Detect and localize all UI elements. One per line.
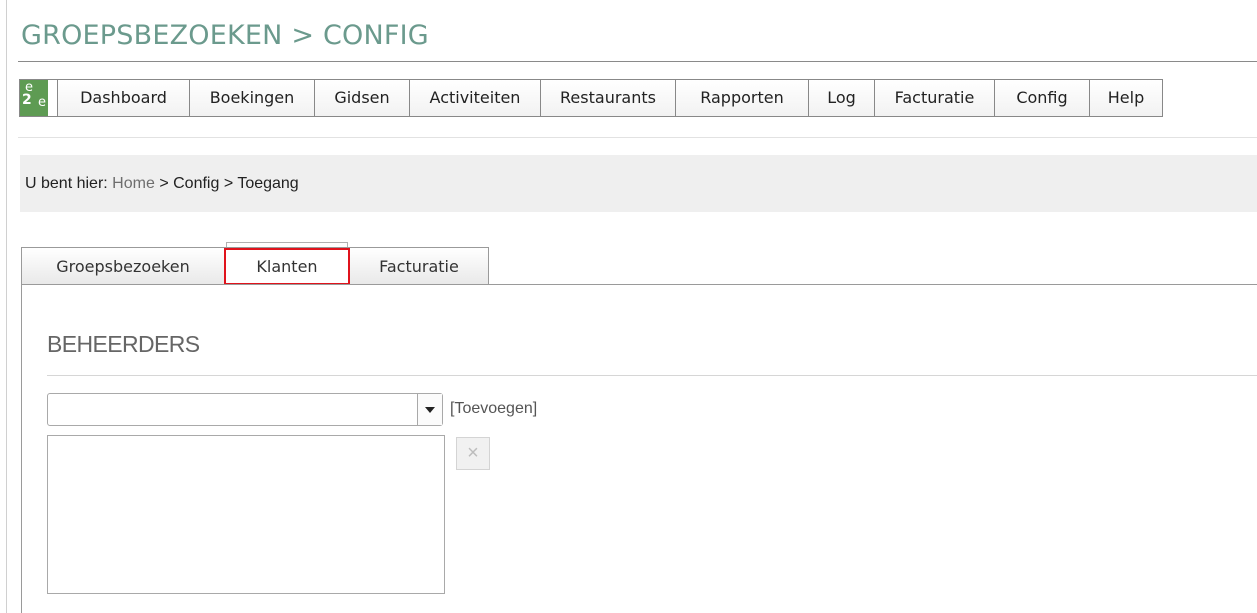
nav-item-restaurants[interactable]: Restaurants: [541, 80, 676, 116]
nav-item-dashboard[interactable]: Dashboard: [58, 80, 190, 116]
beheerder-select[interactable]: [47, 393, 443, 426]
page-title: GROEPSBEZOEKEN > CONFIG: [21, 20, 429, 51]
beheerders-list[interactable]: [47, 435, 445, 594]
add-link[interactable]: [Toevoegen]: [450, 400, 537, 418]
breadcrumb-current: Toegang: [237, 175, 299, 192]
section-title: BEHEERDERS: [47, 331, 200, 357]
app-logo[interactable]: e 2 e: [20, 80, 58, 116]
breadcrumb-home-link[interactable]: Home: [112, 175, 155, 192]
breadcrumb-separator: >: [223, 175, 234, 192]
nav-item-config[interactable]: Config: [995, 80, 1090, 116]
nav-item-log[interactable]: Log: [809, 80, 875, 116]
tab-groepsbezoeken[interactable]: Groepsbezoeken: [21, 247, 225, 284]
logo-letter-2: 2: [22, 92, 32, 108]
nav-item-boekingen[interactable]: Boekingen: [190, 80, 315, 116]
nav-item-facturatie[interactable]: Facturatie: [875, 80, 995, 116]
nav-divider: [18, 137, 1257, 138]
nav-item-help[interactable]: Help: [1090, 80, 1162, 116]
tab-klanten[interactable]: Klanten: [224, 247, 350, 285]
tab-bar: Groepsbezoeken Klanten Facturatie: [21, 247, 489, 285]
nav-item-activiteiten[interactable]: Activiteiten: [410, 80, 541, 116]
nav-item-rapporten[interactable]: Rapporten: [676, 80, 809, 116]
breadcrumb-config[interactable]: Config: [173, 175, 219, 192]
nav-item-gidsen[interactable]: Gidsen: [315, 80, 410, 116]
breadcrumb-prefix: U bent hier:: [25, 175, 108, 192]
tab-facturatie[interactable]: Facturatie: [349, 247, 489, 284]
dropdown-arrow-icon[interactable]: [417, 394, 442, 425]
main-nav: e 2 e Dashboard Boekingen Gidsen Activit…: [19, 79, 1163, 117]
remove-button[interactable]: ×: [456, 437, 490, 470]
logo-letter-3: e: [38, 95, 46, 110]
close-icon: ×: [467, 442, 479, 464]
left-border: [6, 0, 7, 613]
section-divider: [47, 375, 1257, 376]
breadcrumb: U bent hier: Home > Config > Toegang: [20, 155, 1257, 212]
title-divider: [18, 61, 1257, 62]
breadcrumb-separator: >: [159, 175, 169, 192]
logo-stripe: [48, 80, 57, 116]
